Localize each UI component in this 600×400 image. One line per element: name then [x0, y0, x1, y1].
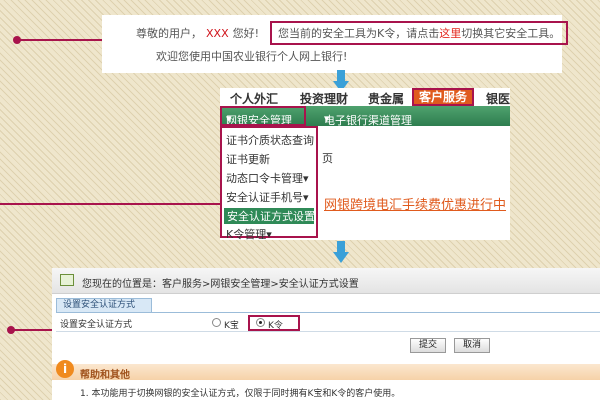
- settings-panel: 您现在的位置是：客户服务>网银安全管理>安全认证方式设置 设置安全认证方式 设置…: [52, 268, 600, 400]
- menu-panel: 个人外汇 投资理财 贵金属 客户服务 银医 网银安全管理 ▾ 电子银行渠道管理 …: [220, 88, 510, 240]
- help-text: 1. 本功能用于切换网银的安全认证方式，仅限于同时拥有K宝和K令的客户使用。: [80, 389, 401, 399]
- nav-item-medical[interactable]: 银医: [486, 90, 510, 107]
- tool-notice-suffix: 切换其它安全工具。: [461, 27, 561, 40]
- greeting-panel: 尊敬的用户， XXX 您好! 您当前的安全工具为K令，请点击这里切换其它安全工具。 …: [102, 15, 569, 73]
- cancel-button[interactable]: 取消: [454, 338, 490, 353]
- chevron-down-icon: ▾: [303, 191, 309, 204]
- help-bar: [52, 364, 600, 380]
- dropdown-phone-label: 安全认证手机号: [226, 191, 303, 204]
- auth-method-label: 设置安全认证方式: [60, 320, 133, 330]
- nav-item-precious-metals[interactable]: 贵金属: [368, 90, 404, 107]
- location-icon: [60, 274, 74, 286]
- submit-button[interactable]: 提交: [410, 338, 446, 353]
- dropdown-item-kling[interactable]: K令管理▾: [226, 226, 272, 240]
- radio-kbao[interactable]: [212, 318, 221, 327]
- menu-highlight-box: [220, 106, 306, 126]
- radio-kbao-label: K宝: [224, 321, 239, 331]
- top-nav: 个人外汇 投资理财 贵金属 客户服务 银医: [220, 88, 510, 106]
- dropdown-item-otp-card[interactable]: 动态口令卡管理▾: [226, 170, 309, 186]
- welcome-text: 欢迎您使用中国农业银行个人网上银行!: [156, 50, 348, 63]
- greeting-prefix: 尊敬的用户，: [136, 27, 202, 40]
- callout-line-2: [0, 203, 222, 205]
- tool-notice-prefix: 您当前的安全工具为K令，请点击: [278, 27, 440, 40]
- nav-item-forex[interactable]: 个人外汇: [230, 90, 278, 107]
- dropdown-item-auth-phone[interactable]: 安全认证手机号▾: [226, 189, 309, 205]
- nav-item-investment[interactable]: 投资理财: [300, 90, 348, 107]
- chevron-down-icon: ▾: [303, 172, 309, 185]
- info-icon: i: [56, 360, 74, 378]
- security-tool-notice: 您当前的安全工具为K令，请点击这里切换其它安全工具。: [270, 21, 569, 45]
- chevron-down-icon: ▾: [324, 112, 330, 125]
- breadcrumb: 您现在的位置是：客户服务>网银安全管理>安全认证方式设置: [82, 279, 359, 290]
- breadcrumb-bar: 您现在的位置是：客户服务>网银安全管理>安全认证方式设置: [52, 268, 600, 294]
- down-arrow-icon: [333, 241, 349, 263]
- greeting-line: 尊敬的用户， XXX 您好!: [136, 25, 259, 41]
- page-fragment: 页: [322, 152, 333, 165]
- chevron-down-icon: ▾: [266, 228, 272, 240]
- kling-highlight-box: [248, 315, 300, 331]
- security-dropdown: 证书介质状态查询 证书更新 动态口令卡管理▾ 安全认证手机号▾ 安全认证方式设置…: [220, 126, 318, 240]
- user-name: XXX: [206, 27, 229, 40]
- dropdown-item-cert-update[interactable]: 证书更新: [226, 151, 270, 167]
- promo-link[interactable]: 网银跨境电汇手续费优惠进行中: [324, 194, 506, 213]
- switch-tool-link[interactable]: 这里: [439, 27, 461, 40]
- help-title: 帮助和其他: [80, 370, 130, 381]
- tab-auth-settings[interactable]: 设置安全认证方式: [56, 298, 152, 312]
- dropdown-otp-label: 动态口令卡管理: [226, 172, 303, 185]
- auth-method-row: 设置安全认证方式: [56, 312, 600, 332]
- greeting-suffix: 您好!: [232, 27, 260, 40]
- menu-channel-label: 电子银行渠道管理: [324, 114, 412, 127]
- dropdown-item-auth-method[interactable]: 安全认证方式设置: [224, 208, 315, 224]
- dropdown-item-cert-status[interactable]: 证书介质状态查询: [226, 132, 314, 148]
- dropdown-kling-label: K令管理: [226, 228, 267, 240]
- nav-item-customer-service[interactable]: 客户服务: [412, 88, 475, 106]
